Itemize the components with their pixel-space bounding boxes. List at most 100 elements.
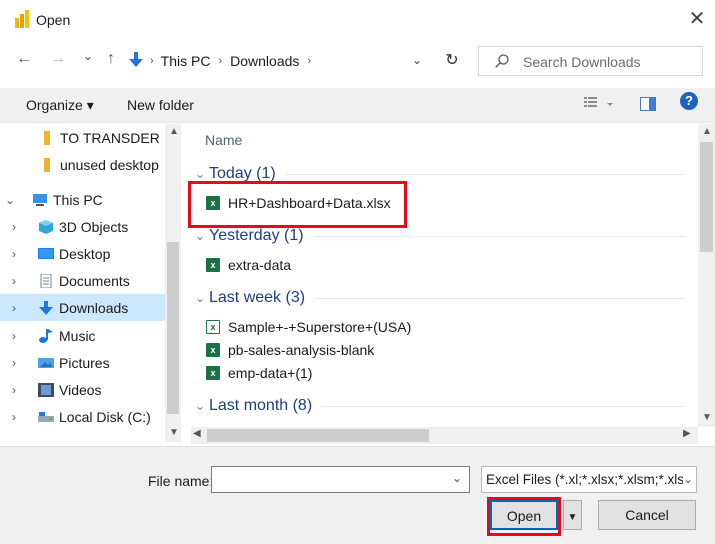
chevron-right-icon[interactable]: › (0, 301, 28, 315)
highlight-box (487, 497, 561, 536)
scroll-up-icon[interactable]: ▲ (169, 126, 179, 137)
organize-button[interactable]: Organize ▾ (26, 97, 94, 114)
sidebar-item-pictures[interactable]: › Pictures (0, 349, 166, 376)
search-box[interactable]: Search Downloads (478, 46, 703, 76)
chevron-right-icon[interactable]: › (0, 383, 28, 397)
sidebar-item-label: 3D Objects (59, 218, 129, 235)
chevron-down-icon[interactable]: ⌄ (452, 471, 462, 485)
chevron-right-icon[interactable]: › (0, 220, 28, 234)
refresh-button[interactable]: ↻ (440, 46, 464, 76)
sidebar-item-label: Desktop (59, 245, 111, 262)
group-header-last-week[interactable]: ⌄ Last week (3) (195, 286, 685, 310)
breadcrumb-downloads[interactable]: Downloads (230, 53, 299, 69)
help-button[interactable]: ? (680, 92, 698, 110)
file-item[interactable]: x extra-data (206, 254, 291, 276)
window-title: Open (36, 12, 71, 28)
file-item[interactable]: x emp-data+(1) (206, 362, 312, 384)
forward-button[interactable]: → (48, 50, 68, 74)
chevron-down-icon: ⌄ (195, 399, 206, 413)
file-name: extra-data (228, 257, 292, 273)
sidebar-item-label: unused desktop (60, 156, 159, 173)
music-icon (38, 328, 54, 343)
sidebar-item-local-disk[interactable]: › Local Disk (C:) (0, 403, 166, 430)
sidebar-item-desktop[interactable]: › Desktop (0, 240, 166, 267)
chevron-right-icon[interactable]: › (0, 356, 28, 370)
scroll-down-icon[interactable]: ▼ (702, 412, 712, 423)
command-bar: Organize ▾ New folder (0, 88, 715, 123)
file-name: emp-data+(1) (228, 365, 313, 381)
sidebar-item-videos[interactable]: › Videos (0, 376, 166, 403)
column-header-name[interactable]: Name (205, 132, 242, 148)
sidebar-item-to-transder[interactable]: TO TRANSDER (0, 124, 166, 151)
address-dropdown-icon[interactable]: ⌄ (412, 53, 422, 67)
back-button[interactable]: ← (14, 50, 34, 74)
sidebar-scrollbar[interactable]: ▲ ▼ (165, 124, 181, 442)
app-icon (14, 10, 30, 28)
chevron-down-icon: ⌄ (195, 167, 206, 181)
scroll-right-icon[interactable]: ▶ (683, 428, 691, 439)
sidebar-item-music[interactable]: › Music (0, 322, 166, 349)
file-list-scroll-thumb[interactable] (700, 142, 713, 252)
file-type-value: Excel Files (*.xl;*.xlsx;*.xlsm;*.xlsb (486, 472, 692, 487)
horizontal-scroll-thumb[interactable] (207, 429, 429, 442)
group-header-last-month[interactable]: ⌄ Last month (8) (195, 394, 685, 418)
file-item[interactable]: x Sample+-+Superstore+(USA) (206, 316, 411, 338)
file-list-scrollbar[interactable]: ▲ ▼ (698, 124, 715, 427)
sidebar-item-label: Videos (59, 381, 102, 398)
close-button[interactable]: ✕ (686, 8, 708, 30)
sidebar-item-downloads[interactable]: › Downloads (0, 294, 166, 321)
downloads-icon (38, 300, 54, 315)
sidebar-item-unused-desktop[interactable]: unused desktop (0, 151, 166, 178)
csv-file-icon: x (206, 320, 220, 334)
sidebar-item-this-pc[interactable]: ⌄ This PC (0, 186, 166, 213)
excel-file-icon: x (206, 258, 220, 272)
file-name-label: File name: (148, 473, 214, 489)
navigation-pane: TO TRANSDER unused desktop ⌄ This PC › 3… (0, 124, 180, 442)
group-label: Last month (8) (209, 397, 313, 414)
sidebar-item-label: Downloads (59, 299, 129, 316)
scroll-up-icon[interactable]: ▲ (702, 126, 712, 137)
view-options-icon[interactable] (584, 96, 614, 114)
file-list-horizontal-scrollbar[interactable]: ◀ ▶ (191, 427, 698, 444)
breadcrumb-separator-icon: › (218, 55, 223, 67)
sidebar-item-label: TO TRANSDER (60, 129, 160, 146)
cancel-button[interactable]: Cancel (598, 500, 696, 530)
pictures-icon (38, 356, 54, 370)
desktop-icon (38, 247, 54, 261)
new-folder-button[interactable]: New folder (127, 97, 194, 113)
address-bar[interactable]: › This PC › Downloads › ⌄ (126, 46, 465, 76)
chevron-down-icon[interactable]: ⌄ (0, 193, 20, 207)
chevron-right-icon[interactable]: › (0, 274, 28, 288)
open-options-dropdown[interactable]: ▼ (563, 500, 582, 530)
group-label: Last week (3) (209, 289, 306, 306)
breadcrumb-this-pc[interactable]: This PC (161, 53, 211, 69)
excel-file-icon: x (206, 343, 220, 357)
cancel-button-label: Cancel (625, 507, 669, 523)
file-item[interactable]: x pb-sales-analysis-blank (206, 339, 374, 361)
disk-icon (38, 410, 54, 424)
sidebar-item-label: Pictures (59, 354, 110, 371)
sidebar-item-label: This PC (53, 191, 103, 208)
sidebar-scroll-thumb[interactable] (167, 242, 179, 414)
scroll-down-icon[interactable]: ▼ (169, 427, 179, 438)
preview-pane-icon[interactable] (640, 97, 656, 111)
sidebar-item-label: Music (59, 327, 96, 344)
3d-objects-icon (38, 219, 54, 234)
sidebar-item-3d-objects[interactable]: › 3D Objects (0, 213, 166, 240)
chevron-right-icon[interactable]: › (0, 410, 28, 424)
search-icon (495, 54, 509, 71)
file-name-input[interactable]: ⌄ (211, 466, 470, 493)
chevron-right-icon[interactable]: › (0, 329, 28, 343)
videos-icon (38, 382, 54, 397)
up-button[interactable]: ↑ (102, 50, 120, 74)
sidebar-item-documents[interactable]: › Documents (0, 267, 166, 294)
file-type-select[interactable]: Excel Files (*.xl;*.xlsx;*.xlsm;*.xlsb (481, 466, 697, 493)
file-name: Sample+-+Superstore+(USA) (228, 319, 412, 335)
chevron-down-icon: ⌄ (195, 291, 206, 305)
sidebar-item-label: Local Disk (C:) (59, 408, 151, 425)
scroll-left-icon[interactable]: ◀ (193, 428, 201, 439)
excel-file-icon: x (206, 366, 220, 380)
chevron-down-icon[interactable]: ⌄ (683, 472, 695, 486)
recent-locations-button[interactable]: ⌄ (80, 48, 96, 72)
chevron-right-icon[interactable]: › (0, 247, 28, 261)
